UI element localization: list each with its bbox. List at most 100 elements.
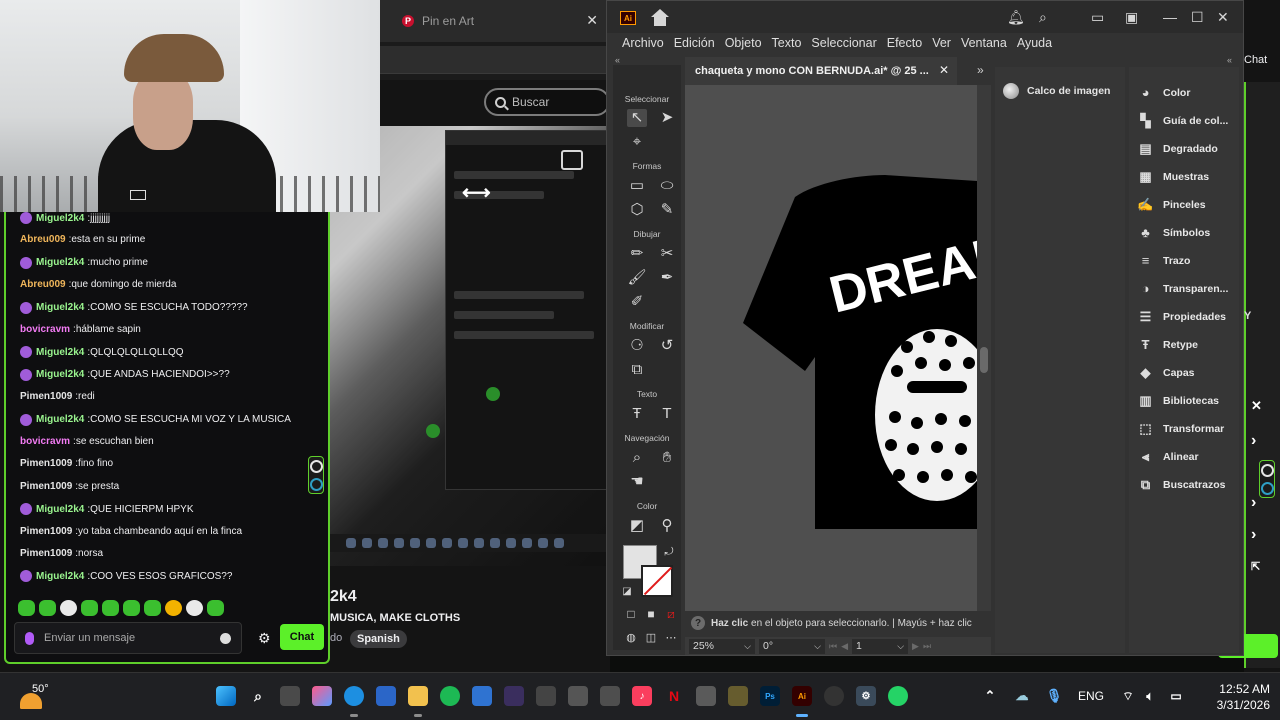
panel-pathfinder[interactable]: ⧉ Buscatrazos	[1137, 477, 1226, 492]
emote-icon[interactable]	[39, 600, 56, 616]
emote-icon[interactable]	[123, 600, 140, 616]
onedrive-icon[interactable]: ☁	[1012, 686, 1032, 706]
panel-symbols[interactable]: ♣ Símbolos	[1137, 225, 1210, 240]
paint-icon[interactable]	[600, 686, 620, 706]
popout-icon[interactable]: ⇱	[1251, 560, 1260, 573]
panel-transparency[interactable]: ◑ Transparen...	[1137, 281, 1229, 296]
chevron-right-icon[interactable]: ›	[1251, 494, 1256, 512]
chevron-right-icon[interactable]: ›	[1251, 432, 1256, 450]
app-icon[interactable]	[728, 686, 748, 706]
start-icon[interactable]	[216, 686, 236, 706]
shaper-tool-icon[interactable]: ✎	[657, 201, 677, 219]
task-view-icon[interactable]	[280, 686, 300, 706]
settings-icon[interactable]: ⚙	[856, 686, 876, 706]
chat-username[interactable]: Pimen1009	[20, 391, 72, 402]
battery-icon[interactable]: ▭	[1166, 686, 1186, 706]
eyedropper-tool-icon[interactable]: ⚲	[657, 517, 677, 535]
chat-send-button[interactable]: Chat	[280, 624, 324, 650]
browser-tab[interactable]: P Pin en Art ✕	[380, 0, 610, 42]
maximize-icon[interactable]: ☐	[1191, 9, 1204, 26]
chat-username[interactable]: Pimen1009	[20, 481, 72, 492]
tab-close-icon[interactable]: ✕	[586, 12, 598, 29]
chat-username[interactable]: bovicravm	[20, 324, 70, 335]
home-icon[interactable]	[651, 9, 669, 27]
shield-icon[interactable]	[472, 686, 492, 706]
app-icon[interactable]	[536, 686, 556, 706]
right-chat-label[interactable]: Chat	[1244, 54, 1267, 66]
copilot-icon[interactable]	[312, 686, 332, 706]
next-artboard-icon[interactable]: ▶	[912, 641, 919, 652]
address-bar[interactable]	[380, 46, 610, 74]
help-icon[interactable]: ?	[691, 616, 705, 630]
chat-username[interactable]: Pimen1009	[20, 458, 72, 469]
screen-mode-icon[interactable]: ◫	[641, 629, 661, 647]
search-input[interactable]: Buscar	[484, 88, 610, 116]
extension-e-icon[interactable]	[309, 477, 323, 491]
default-colors-icon[interactable]: ◪	[617, 583, 637, 601]
weather-widget[interactable]: 50°	[20, 681, 80, 715]
chat-settings-gear-icon[interactable]: ⚙	[258, 630, 271, 647]
document-close-icon[interactable]: ✕	[939, 63, 949, 77]
type-tool-icon[interactable]: T	[657, 405, 677, 423]
close-window-icon[interactable]: ✕	[1217, 9, 1229, 26]
panel-libraries[interactable]: ▥ Bibliotecas	[1137, 393, 1219, 408]
chat-username[interactable]: Miguel2k4	[36, 571, 84, 582]
language-tag[interactable]: Spanish	[350, 630, 407, 648]
chat-username[interactable]: Miguel2k4	[36, 213, 84, 224]
chat-username[interactable]: Miguel2k4	[36, 257, 84, 268]
panel-align[interactable]: ⫷ Alinear	[1137, 449, 1199, 464]
music-icon[interactable]: ♪	[632, 686, 652, 706]
emote-icon[interactable]	[144, 600, 161, 616]
chat-username[interactable]: Miguel2k4	[36, 504, 84, 515]
menu-edicion[interactable]: Edición	[669, 33, 720, 55]
menu-archivo[interactable]: Archivo	[617, 33, 669, 55]
photoshop-icon[interactable]: Ps	[760, 686, 780, 706]
menu-ver[interactable]: Ver	[927, 33, 956, 55]
panel-properties[interactable]: ☰ Propiedades	[1137, 309, 1226, 324]
ellipse-tool-icon[interactable]: ⬭	[657, 177, 677, 195]
chat-username[interactable]: Pimen1009	[20, 526, 72, 537]
right-close-icon[interactable]: ✕	[1251, 398, 1262, 414]
chat-username[interactable]: Miguel2k4	[36, 414, 84, 425]
file-explorer-icon[interactable]	[408, 686, 428, 706]
draw-mode-icon[interactable]: ◍	[621, 629, 641, 647]
rotation-select[interactable]: 0° ⌵	[759, 638, 825, 654]
search-icon[interactable]: ⌕	[248, 686, 268, 706]
rotate-tool-icon[interactable]: ↺	[657, 337, 677, 355]
document-tab[interactable]: chaqueta y mono CON BERNUDA.ai* @ 25 ...…	[685, 57, 957, 85]
panel-stroke[interactable]: ≡ Trazo	[1137, 253, 1191, 268]
panel-brushes[interactable]: ✍ Pinceles	[1137, 197, 1205, 212]
selection-tool-icon[interactable]: ↖	[627, 109, 647, 127]
netflix-icon[interactable]: N	[664, 686, 684, 706]
chat-username[interactable]: Pimen1009	[20, 548, 72, 559]
minimize-icon[interactable]: —	[1163, 9, 1177, 25]
gradient-tool-icon[interactable]: ◩	[627, 517, 647, 535]
emote-icon[interactable]	[18, 600, 35, 616]
bell-icon[interactable]: 🔔︎	[1007, 9, 1025, 26]
tray-chevron-icon[interactable]: ⌃	[980, 686, 1000, 706]
arrange-icon[interactable]: ▭	[1091, 9, 1104, 26]
input-language[interactable]: ENG	[1078, 689, 1104, 703]
chat-message-input[interactable]: Enviar un mensaje	[14, 622, 242, 654]
edit-toolbar-icon[interactable]: ⋯	[661, 629, 681, 647]
menu-objeto[interactable]: Objeto	[720, 33, 767, 55]
system-clock[interactable]: 12:52 AM 3/31/2026	[1200, 681, 1270, 713]
extension-e-icon[interactable]	[1260, 481, 1274, 495]
panel-transform[interactable]: ⬚ Transformar	[1137, 421, 1224, 436]
color-mode-icon[interactable]: □	[621, 605, 641, 623]
panel-gradient[interactable]: ▤ Degradado	[1137, 141, 1218, 156]
spotify-icon[interactable]	[440, 686, 460, 706]
stroke-swatch[interactable]	[641, 565, 673, 597]
scissors-tool-icon[interactable]: ✂	[657, 245, 677, 263]
artboard-canvas[interactable]: DREAM	[685, 85, 977, 611]
hand-tool-icon[interactable]: ✋︎	[657, 449, 677, 467]
gradient-mode-icon[interactable]: ■	[641, 605, 661, 623]
canvas-vertical-scrollbar[interactable]	[977, 85, 991, 611]
calculator-icon[interactable]	[696, 686, 716, 706]
menu-ventana[interactable]: Ventana	[956, 33, 1012, 55]
illustrator-taskbar-icon[interactable]: Ai	[792, 686, 812, 706]
panel-color[interactable]: ◕ Color	[1137, 85, 1191, 100]
emote-icon[interactable]	[60, 600, 77, 616]
search-icon[interactable]: ⌕	[1039, 9, 1047, 26]
zoom-select[interactable]: 25% ⌵	[689, 638, 755, 654]
